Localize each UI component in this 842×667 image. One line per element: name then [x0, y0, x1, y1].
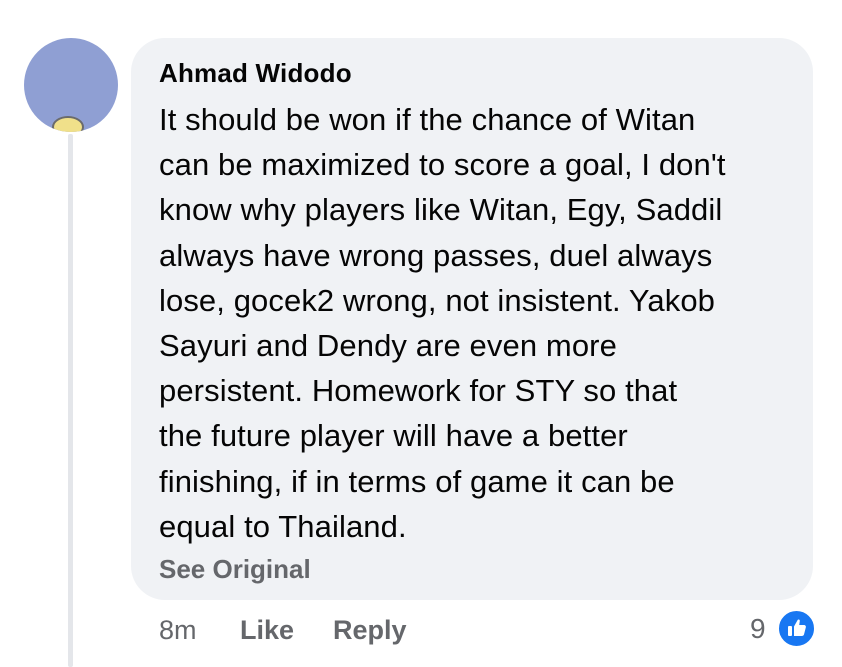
comment-text: It should be won if the chance of Witan … — [159, 97, 799, 549]
comment-text-line: can be maximized to score a goal, I don'… — [159, 147, 726, 183]
avatar[interactable] — [24, 38, 118, 132]
see-original-link[interactable]: See Original — [159, 552, 311, 586]
thumbs-up-icon — [777, 609, 816, 648]
comment-text-line: the future player will have a better — [159, 418, 628, 454]
comment-timestamp[interactable]: 8m — [159, 612, 197, 648]
comment-text-line: always have wrong passes, duel always — [159, 237, 713, 273]
like-button[interactable]: Like — [240, 612, 294, 648]
comment-text-line: equal to Thailand. — [159, 508, 407, 544]
reaction-count: 9 — [750, 613, 766, 644]
comment-text-line: lose, gocek2 wrong, not insistent. Yakob — [159, 282, 716, 318]
comment-text-line: It should be won if the chance of Witan — [159, 102, 696, 137]
comment-author[interactable]: Ahmad Widodo — [159, 56, 352, 90]
thread-line — [68, 134, 73, 667]
comment-text-line: Sayuri and Dendy are even more — [159, 328, 617, 364]
reply-button[interactable]: Reply — [333, 612, 407, 648]
comment-text-line: persistent. Homework for STY so that — [159, 373, 678, 409]
comment-text-line: finishing, if in terms of game it can be — [159, 463, 675, 499]
avatar-image-detail — [52, 116, 84, 132]
comment-text-line: know why players like Witan, Egy, Saddil — [159, 192, 723, 228]
